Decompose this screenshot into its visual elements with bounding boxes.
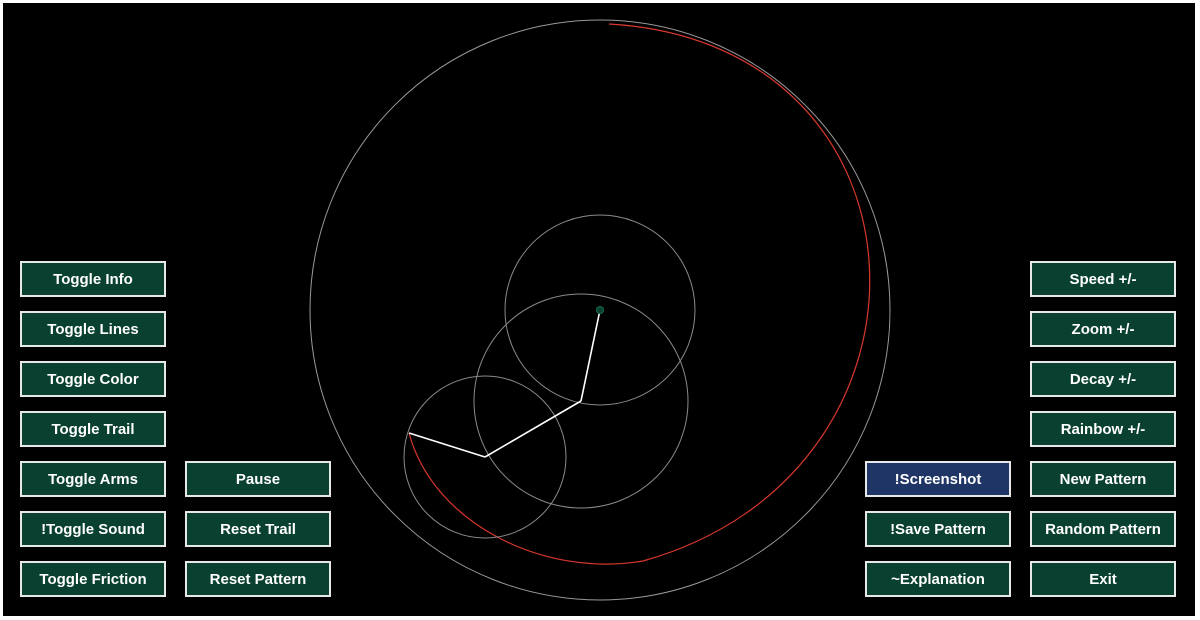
button-label: !Screenshot [894,470,982,488]
button-label: !Toggle Sound [41,520,145,538]
explanation-button[interactable]: ~Explanation [865,561,1011,597]
toggle-color-button[interactable]: Toggle Color [20,361,166,397]
button-label: New Pattern [1059,470,1147,488]
button-label: ~Explanation [891,570,985,588]
spirograph-scene [309,19,891,601]
button-label: Rainbow +/- [1060,420,1146,438]
exit-button[interactable]: Exit [1030,561,1176,597]
button-label: Toggle Friction [39,570,147,588]
rainbow-button[interactable]: Rainbow +/- [1030,411,1176,447]
button-label: Toggle Lines [47,320,139,338]
center-pivot [596,306,604,314]
pattern-canvas [3,3,1195,616]
save-pattern-button[interactable]: !Save Pattern [865,511,1011,547]
button-label: Decay +/- [1069,370,1137,388]
button-label: Random Pattern [1045,520,1161,538]
toggle-friction-button[interactable]: Toggle Friction [20,561,166,597]
toggle-sound-button[interactable]: !Toggle Sound [20,511,166,547]
button-label: Toggle Arms [47,470,138,488]
arm-segment-2 [484,400,582,458]
random-pattern-button[interactable]: Random Pattern [1030,511,1176,547]
button-label: !Save Pattern [890,520,986,538]
arm-segment-1 [580,309,601,402]
arm-segment-3 [408,432,486,458]
decay-button[interactable]: Decay +/- [1030,361,1176,397]
toggle-arms-button[interactable]: Toggle Arms [20,461,166,497]
reset-pattern-button[interactable]: Reset Pattern [185,561,331,597]
screenshot-button[interactable]: !Screenshot [865,461,1011,497]
button-label: Exit [1089,570,1117,588]
toggle-info-button[interactable]: Toggle Info [20,261,166,297]
button-label: Speed +/- [1069,270,1137,288]
new-pattern-button[interactable]: New Pattern [1030,461,1176,497]
button-label: Reset Pattern [209,570,307,588]
speed-button[interactable]: Speed +/- [1030,261,1176,297]
button-label: Toggle Trail [51,420,135,438]
reset-trail-button[interactable]: Reset Trail [185,511,331,547]
button-label: Pause [235,470,281,488]
toggle-lines-button[interactable]: Toggle Lines [20,311,166,347]
pause-button[interactable]: Pause [185,461,331,497]
toggle-trail-button[interactable]: Toggle Trail [20,411,166,447]
button-label: Toggle Color [47,370,139,388]
zoom-button[interactable]: Zoom +/- [1030,311,1176,347]
trail-path [408,23,871,565]
button-label: Toggle Info [53,270,133,288]
button-label: Reset Trail [220,520,296,538]
button-label: Zoom +/- [1071,320,1135,338]
